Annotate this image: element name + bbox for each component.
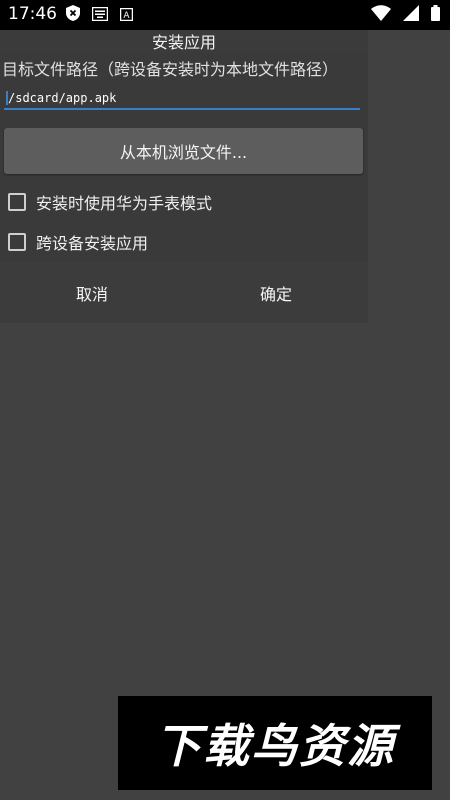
text-cursor [6,91,8,105]
status-time: 17:46 [8,4,57,24]
shield-x-icon [66,5,80,25]
ok-button[interactable]: 确定 [184,262,368,323]
checkbox-row-huawei-watch-mode[interactable]: 安装时使用华为手表模式 [8,189,212,215]
path-input[interactable] [4,88,360,110]
font-a-icon: A [119,6,134,25]
svg-text:A: A [123,11,130,21]
install-app-dialog: 安装应用 目标文件路径（跨设备安装时为本地文件路径） 从本机浏览文件... 安装… [0,30,368,323]
signal-icon [403,5,419,25]
checkbox-huawei-watch-mode[interactable] [8,193,26,211]
cancel-button[interactable]: 取消 [0,262,184,323]
checkbox-row-cross-device-install[interactable]: 跨设备安装应用 [8,229,148,255]
status-icons-right [371,5,440,25]
dialog-subtitle: 目标文件路径（跨设备安装时为本地文件路径） [2,60,339,79]
watermark-logo: 下载鸟资源 [118,696,432,790]
checkbox-label-huawei-watch-mode: 安装时使用华为手表模式 [36,194,213,213]
dialog-button-bar: 取消 确定 [0,262,368,323]
browse-local-file-button[interactable]: 从本机浏览文件... [4,128,363,174]
wifi-icon [371,5,391,25]
checkbox-label-cross-device-install: 跨设备安装应用 [36,234,149,253]
battery-icon [431,5,440,25]
notification-list-icon [91,6,109,25]
status-icons-left: A [66,5,134,25]
checkbox-cross-device-install[interactable] [8,233,26,251]
watermark-text: 下载鸟资源 [155,719,395,773]
status-bar: 17:46 A [0,0,450,30]
dialog-title: 安装应用 [0,30,368,53]
